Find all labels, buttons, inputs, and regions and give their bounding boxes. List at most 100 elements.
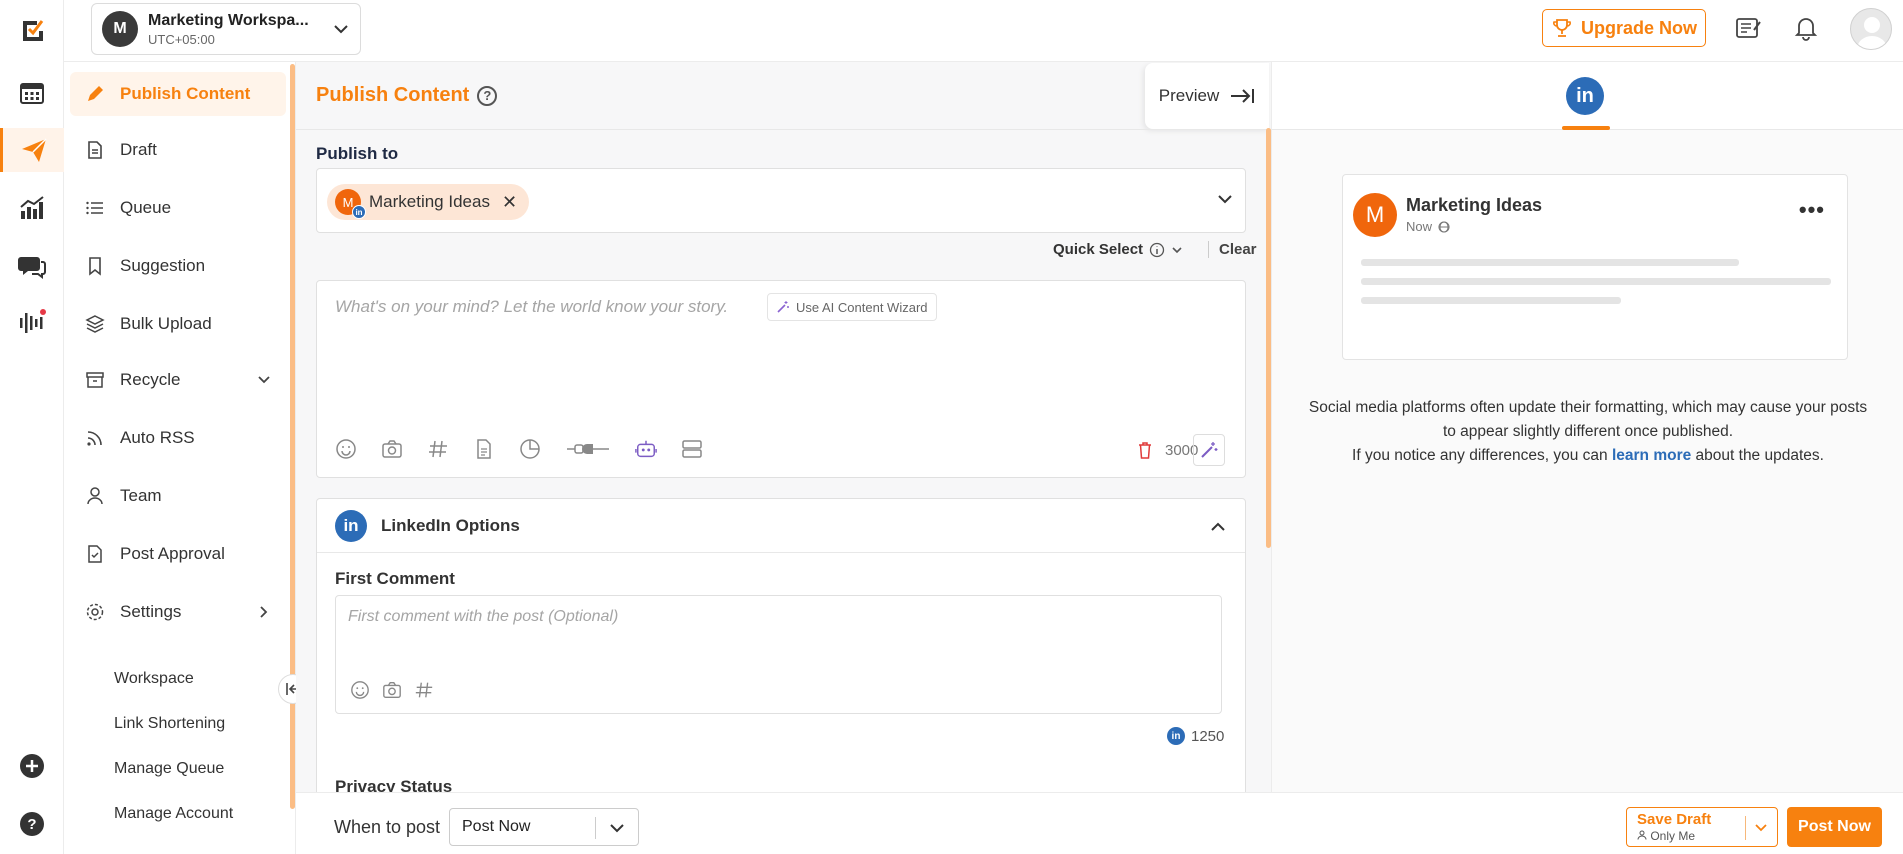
sidebar-item-suggestion[interactable]: Suggestion	[70, 244, 286, 288]
settings-sub-workspace[interactable]: Workspace	[114, 670, 194, 688]
list-icon	[84, 197, 106, 219]
first-comment-input[interactable]: First comment with the post (Optional)	[335, 595, 1222, 714]
clear-button[interactable]: Clear	[1208, 241, 1257, 258]
sidebar-item-team[interactable]: Team	[70, 474, 286, 518]
sidebar-item-label: Settings	[120, 602, 182, 621]
approval-document-icon	[84, 543, 106, 565]
magic-wand-icon	[777, 301, 789, 313]
pie-chart-icon[interactable]	[519, 438, 541, 460]
post-now-button[interactable]: Post Now	[1787, 807, 1882, 847]
release-notes-icon[interactable]	[1734, 14, 1762, 42]
layout-split-icon[interactable]	[681, 438, 703, 460]
sidebar-item-label: Recycle	[120, 370, 181, 389]
learn-more-link[interactable]: learn more	[1612, 447, 1691, 464]
add-circle-icon[interactable]	[12, 746, 52, 786]
skeleton-line	[1361, 278, 1831, 285]
post-preview-card: M Marketing Ideas Now •••	[1342, 174, 1848, 360]
sidebar-item-queue[interactable]: Queue	[70, 186, 286, 230]
plugin-icon[interactable]	[565, 438, 611, 460]
preview-time: Now	[1406, 219, 1450, 234]
sidebar-item-bulk-upload[interactable]: Bulk Upload	[70, 302, 286, 346]
publish-nav-icon[interactable]	[0, 128, 64, 172]
robot-icon[interactable]	[635, 438, 657, 460]
hashtag-icon[interactable]	[427, 438, 449, 460]
settings-sub-manage-account[interactable]: Manage Account	[114, 805, 233, 823]
sidebar-item-publish-content[interactable]: Publish Content	[70, 72, 286, 116]
sidebar-item-draft[interactable]: Draft	[70, 128, 286, 172]
help-icon[interactable]: ?	[477, 85, 498, 106]
upgrade-now-button[interactable]: Upgrade Now	[1542, 9, 1706, 47]
settings-sub-link-shortening[interactable]: Link Shortening	[114, 715, 225, 733]
remove-account-icon[interactable]: ✕	[502, 192, 517, 213]
ai-rewrite-button[interactable]	[1193, 434, 1225, 466]
ai-content-wizard-button[interactable]: Use AI Content Wizard	[767, 293, 937, 321]
linkedin-options-title: LinkedIn Options	[381, 515, 520, 535]
linkedin-options-header[interactable]: in LinkedIn Options	[317, 499, 1245, 553]
workspace-switcher[interactable]: M Marketing Workspa... UTC+05:00	[91, 3, 361, 55]
archive-icon	[84, 369, 106, 391]
emoji-icon[interactable]	[335, 438, 357, 460]
when-to-post-label: When to post	[334, 817, 441, 837]
calendar-icon[interactable]	[12, 72, 52, 112]
account-avatar: Min	[335, 189, 366, 219]
save-draft-button[interactable]: Save Draft Only Me	[1626, 807, 1778, 847]
active-tab-indicator	[1562, 126, 1610, 130]
linkedin-options-panel: in LinkedIn Options First Comment First …	[316, 498, 1246, 792]
profile-avatar[interactable]	[1850, 8, 1892, 50]
quick-select-label: Quick Select	[1053, 241, 1144, 258]
sidebar-item-recycle[interactable]: Recycle	[70, 358, 286, 402]
more-options-icon[interactable]: •••	[1799, 197, 1825, 223]
chevron-down-icon[interactable]	[1753, 820, 1769, 836]
editor-toolbar	[335, 438, 703, 460]
analytics-icon[interactable]	[12, 188, 52, 228]
bell-icon[interactable]	[1792, 14, 1820, 42]
save-draft-label: Save Draft	[1637, 811, 1712, 828]
linkedin-tab-icon[interactable]: in	[1566, 77, 1604, 115]
top-bar: M Marketing Workspa... UTC+05:00 Upgrade…	[64, 0, 1903, 62]
preview-network-tabs: in	[1272, 62, 1903, 130]
post-editor[interactable]: What's on your mind? Let the world know …	[316, 280, 1246, 478]
rss-icon	[84, 427, 106, 449]
chevron-up-icon[interactable]	[1209, 518, 1227, 536]
when-to-post-select[interactable]: Post Now	[449, 808, 639, 846]
document-icon[interactable]	[473, 438, 495, 460]
help-circle-icon[interactable]: ?	[12, 804, 52, 844]
trophy-icon	[1553, 19, 1571, 37]
globe-icon	[1438, 220, 1450, 233]
sidebar-item-auto-rss[interactable]: Auto RSS	[70, 416, 286, 460]
sidebar: Publish Content Draft Queue Suggestion B…	[64, 62, 296, 854]
quick-select-button[interactable]: Quick Select	[1053, 241, 1183, 258]
chevron-down-icon	[610, 824, 624, 833]
sidebar-item-settings[interactable]: Settings	[70, 590, 286, 634]
sidebar-item-label: Auto RSS	[120, 428, 195, 447]
emoji-icon[interactable]	[350, 680, 370, 700]
app-logo-icon[interactable]	[12, 10, 52, 50]
inbox-chat-icon[interactable]	[12, 246, 52, 286]
account-selector[interactable]: Min Marketing Ideas ✕	[316, 168, 1246, 233]
trash-icon[interactable]	[1137, 441, 1153, 459]
chevron-down-icon	[258, 376, 270, 384]
divider	[296, 129, 1271, 130]
camera-icon[interactable]	[381, 438, 403, 460]
preview-toggle-button[interactable]: Preview	[1145, 63, 1269, 129]
icon-rail: ?	[0, 0, 64, 854]
sidebar-item-post-approval[interactable]: Post Approval	[70, 532, 286, 576]
listening-icon[interactable]	[12, 302, 52, 342]
sidebar-item-label: Publish Content	[120, 84, 251, 103]
chevron-down-icon[interactable]	[1215, 189, 1235, 209]
magic-wand-icon	[1201, 442, 1218, 458]
hashtag-icon[interactable]	[414, 680, 434, 700]
settings-sub-manage-queue[interactable]: Manage Queue	[114, 760, 224, 778]
chevron-right-icon	[260, 606, 268, 618]
pencil-icon	[84, 83, 106, 105]
workspace-timezone: UTC+05:00	[148, 31, 215, 47]
gear-icon	[84, 601, 106, 623]
page-title: Publish Content ?	[316, 84, 498, 107]
linkedin-icon: in	[335, 509, 367, 542]
camera-icon[interactable]	[382, 680, 402, 700]
upgrade-label: Upgrade Now	[1580, 17, 1697, 38]
preview-panel: in M Marketing Ideas Now ••• Social medi…	[1271, 62, 1903, 792]
privacy-status-label: Privacy Status	[335, 777, 453, 792]
linkedin-badge-icon: in	[352, 205, 366, 219]
notice-line-1: Social media platforms often update thei…	[1308, 399, 1868, 440]
